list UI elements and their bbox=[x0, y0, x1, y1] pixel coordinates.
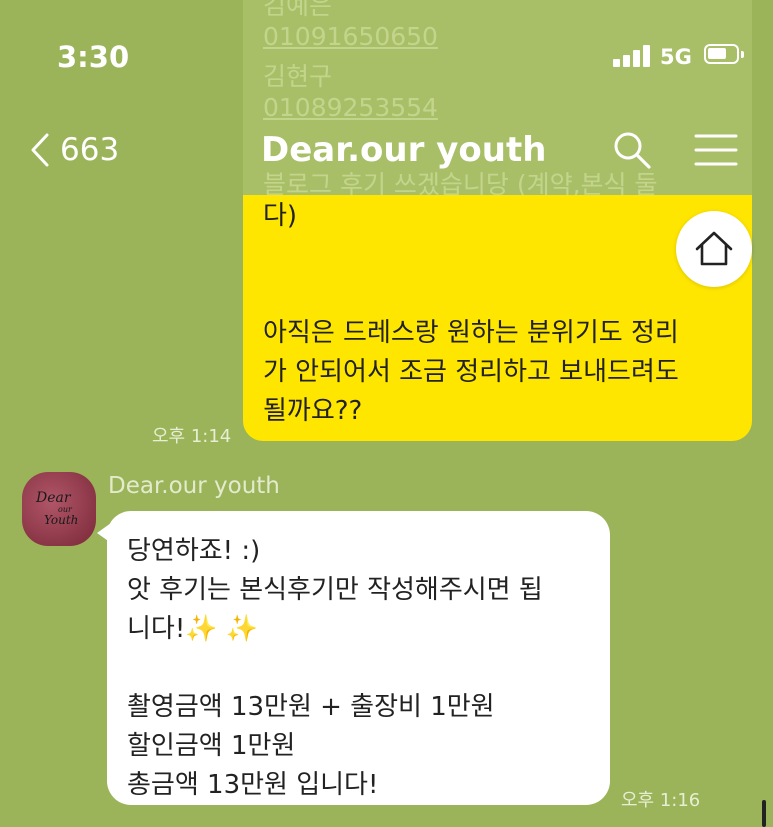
svg-text:Dear: Dear bbox=[35, 490, 72, 506]
message-timestamp: 오후 1:16 bbox=[621, 790, 701, 811]
status-bar: 3:30 5G bbox=[0, 0, 773, 110]
message-text-line: 가 안되어서 조금 정리하고 보내드려도 bbox=[263, 357, 679, 387]
message-text-line: 총금액 13만원 입니다! bbox=[127, 770, 379, 800]
signal-icon bbox=[613, 45, 653, 67]
back-button[interactable]: 663 bbox=[30, 128, 119, 172]
svg-text:Youth: Youth bbox=[44, 513, 78, 527]
message-text-line: 당연하죠! :) bbox=[127, 536, 261, 566]
chevron-left-icon bbox=[31, 133, 49, 167]
message-text-line: 할인금액 1만원 bbox=[127, 731, 296, 761]
battery-icon bbox=[704, 44, 744, 64]
sender-name: Dear.our youth bbox=[108, 473, 280, 499]
home-icon bbox=[695, 231, 733, 266]
chat-header: 663 Dear.our youth bbox=[0, 110, 773, 190]
chat-title: Dear.our youth bbox=[261, 130, 547, 170]
outgoing-message-bubble[interactable]: 다) 아직은 드레스랑 원하는 분위기도 정리 가 안되어서 조금 정리하고 보… bbox=[243, 195, 752, 441]
unread-count: 663 bbox=[60, 132, 120, 168]
avatar[interactable]: Dear our Youth bbox=[22, 472, 96, 546]
network-type: 5G bbox=[660, 45, 692, 69]
home-button[interactable] bbox=[676, 211, 752, 287]
menu-icon[interactable] bbox=[694, 132, 738, 168]
profile-logo: Dear our Youth bbox=[35, 490, 78, 527]
message-text-line: 아직은 드레스랑 원하는 분위기도 정리 bbox=[263, 318, 679, 348]
message-text-line: 촬영금액 13만원 + 출장비 1만원 bbox=[127, 692, 495, 722]
scrollbar[interactable] bbox=[762, 800, 766, 827]
message-text-line: 다) bbox=[263, 201, 298, 231]
message-text-line: 앗 후기는 본식후기만 작성해주시면 됩 bbox=[127, 575, 543, 605]
incoming-message-bubble[interactable]: 당연하죠! :) 앗 후기는 본식후기만 작성해주시면 됩 니다!✨ ✨ 촬영금… bbox=[97, 511, 610, 805]
message-text-line: 니다! bbox=[127, 614, 186, 644]
message-text-line: 될까요?? bbox=[263, 396, 363, 426]
sparkles-emoji: ✨ ✨ bbox=[185, 614, 259, 644]
message-timestamp: 오후 1:14 bbox=[152, 426, 232, 447]
status-time: 3:30 bbox=[57, 40, 130, 74]
search-icon[interactable] bbox=[612, 130, 652, 170]
